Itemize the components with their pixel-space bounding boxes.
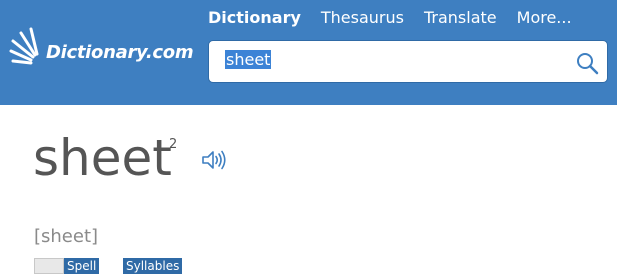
- search-box: sheet: [208, 40, 608, 83]
- spell-toggle-track: [34, 258, 64, 274]
- nav-translate[interactable]: Translate: [424, 7, 497, 29]
- syllables-toggle[interactable]: Syllables: [123, 257, 183, 275]
- dictionary-logo[interactable]: Dictionary.com: [9, 25, 194, 75]
- audio-icon[interactable]: [201, 148, 227, 172]
- main-nav: Dictionary Thesaurus Translate More...: [208, 7, 592, 29]
- logo-sunburst-icon: [9, 27, 39, 65]
- nav-dictionary[interactable]: Dictionary: [208, 7, 301, 29]
- headword: sheet: [33, 129, 172, 187]
- site-header: Dictionary.com Dictionary Thesaurus Tran…: [0, 0, 617, 105]
- search-icon[interactable]: [575, 51, 599, 75]
- pronunciation: [sheet]: [34, 226, 99, 247]
- spell-toggle[interactable]: Spell: [34, 257, 100, 275]
- logo-text: Dictionary.com: [46, 42, 194, 63]
- search-input[interactable]: sheet: [225, 50, 565, 74]
- nav-thesaurus[interactable]: Thesaurus: [321, 7, 404, 29]
- homograph-number: 2: [169, 137, 178, 152]
- syllables-toggle-label: Syllables: [123, 258, 183, 274]
- spell-toggle-label: Spell: [64, 258, 100, 274]
- nav-more[interactable]: More...: [517, 7, 572, 29]
- search-input-value: sheet: [225, 50, 272, 69]
